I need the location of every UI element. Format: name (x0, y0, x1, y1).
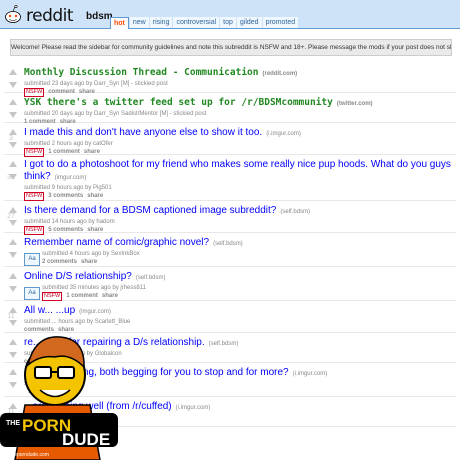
post-buttons: NSFW 3 comments share (24, 192, 452, 201)
tab-top[interactable]: top (220, 17, 236, 28)
post-row: Aa Remember name of comic/graphic novel?(… (4, 233, 456, 267)
share-link[interactable]: share (81, 258, 97, 267)
post-title-link[interactable]: Is there demand for a BDSM captioned ima… (24, 205, 276, 216)
sort-tabs: hot new rising controversial top gilded … (110, 17, 299, 29)
upvote-arrow-icon[interactable] (9, 129, 17, 135)
post-domain[interactable]: (self.bdsm) (213, 241, 243, 247)
vote-arrows (8, 239, 18, 258)
post-title-link[interactable]: Monthly Discussion Thread - Communicatio… (24, 67, 259, 78)
post-domain[interactable]: (i.imgur.com) (293, 371, 328, 377)
downvote-arrow-icon[interactable] (9, 174, 17, 180)
post-title-line: Remember name of comic/graphic novel? (se… (24, 237, 452, 250)
watermark-dude: DUDE (62, 430, 110, 449)
post-title-link[interactable]: I got to do a photoshoot for my friend w… (24, 159, 451, 182)
post-buttons: 2 comments share (24, 258, 452, 267)
watermark-site: theporndude.com (10, 452, 49, 458)
tab-new[interactable]: new (129, 17, 149, 28)
post-title-line: Is there demand for a BDSM captioned ima… (24, 205, 452, 218)
vote-arrows (8, 161, 18, 180)
reddit-logo[interactable]: reddit (26, 6, 74, 26)
post-title-link[interactable]: YSK there's a twitter feed set up for /r… (24, 97, 333, 108)
post-tagline: submitted 14 hours ago by hadom (24, 219, 115, 225)
post-title-line: Online D/S relationship? (self.bdsm) (24, 271, 452, 284)
vote-arrows (8, 207, 18, 226)
subreddit-name[interactable]: bdsm (86, 11, 113, 22)
upvote-arrow-icon[interactable] (9, 273, 17, 279)
post-row: Aa Online D/S relationship? (self.bdsm) sub… (4, 267, 456, 301)
post-tagline: submitted 20 days ago by Darr_Syn Sadist… (24, 111, 207, 117)
watermark-the: THE (6, 420, 20, 427)
tab-controversial[interactable]: controversial (173, 17, 220, 28)
post-row: Monthly Discussion Thread - Communicatio… (4, 63, 456, 97)
post-domain[interactable]: (reddit.com) (263, 71, 298, 77)
post-row: 30 I got to do a photoshoot for my friend… (4, 155, 456, 201)
post-domain[interactable]: (i.imgur.com) (176, 405, 211, 411)
downvote-arrow-icon[interactable] (9, 112, 17, 118)
post-content: Online D/S relationship? (self.bdsm) submi… (24, 271, 452, 301)
post-title-line: All w... ...up (imgur.com) (24, 305, 452, 318)
post-content: Is there demand for a BDSM captioned ima… (24, 205, 452, 235)
downvote-arrow-icon[interactable] (9, 252, 17, 258)
nsfw-badge: NSFW (42, 292, 63, 301)
comments-link[interactable]: 3 comments (48, 192, 83, 201)
vote-arrows (8, 273, 18, 292)
header-bar: reddit bdsm hot new rising controversial… (0, 0, 460, 29)
downvote-arrow-icon[interactable] (9, 220, 17, 226)
post-title-link[interactable]: I made this and don't have anyone else t… (24, 127, 262, 138)
comments-link[interactable]: 2 comments (42, 258, 77, 267)
post-domain[interactable]: (i.imgur.com) (266, 131, 301, 137)
post-tagline: submitted 4 hours ago by SexInkBox (42, 251, 140, 257)
post-title-line: I got to do a photoshoot for my friend w… (24, 159, 452, 184)
post-title-line: I made this and don't have anyone else t… (24, 127, 452, 140)
comments-link[interactable]: 1 comment (66, 292, 98, 301)
post-content: I made this and don't have anyone else t… (24, 127, 452, 157)
tab-rising[interactable]: rising (149, 17, 173, 28)
tab-hot[interactable]: hot (110, 17, 129, 29)
post-tagline: submitted 35 minutes ago by jrhess811 (42, 285, 146, 291)
post-content: Remember name of comic/graphic novel? (se… (24, 237, 452, 267)
downvote-arrow-icon[interactable] (9, 286, 17, 292)
share-link[interactable]: share (87, 192, 103, 201)
post-title-link[interactable]: All w... ...up (24, 305, 75, 316)
tab-promoted[interactable]: promoted (262, 17, 299, 28)
downvote-arrow-icon[interactable] (9, 82, 17, 88)
upvote-arrow-icon[interactable] (9, 161, 17, 167)
upvote-arrow-icon[interactable] (9, 99, 17, 105)
post-title-link[interactable]: Online D/S relationship? (24, 271, 132, 282)
vote-arrows (8, 99, 18, 118)
vote-arrows (8, 69, 18, 88)
post-domain[interactable]: (imgur.com) (55, 175, 87, 181)
upvote-arrow-icon[interactable] (9, 239, 17, 245)
upvote-arrow-icon[interactable] (9, 207, 17, 213)
post-tagline: submitted 23 days ago by Darr_Syn [M] - … (24, 81, 168, 87)
post-tagline: submitted 9 hours ago by Pig501 (24, 185, 112, 191)
porndude-watermark-logo: THE PORN DUDE theporndude.com (0, 336, 118, 460)
nsfw-badge: NSFW (24, 192, 45, 201)
post-row: 27 Is there demand for a BDSM captioned i… (4, 201, 456, 235)
post-domain[interactable]: (self.bdsm) (280, 209, 310, 215)
vote-arrows (8, 129, 18, 148)
upvote-arrow-icon[interactable] (9, 69, 17, 75)
post-domain[interactable]: (self.bdsm) (136, 275, 166, 281)
post-title-link[interactable]: Remember name of comic/graphic novel? (24, 237, 209, 248)
upvote-arrow-icon[interactable] (9, 307, 17, 313)
share-link[interactable]: share (102, 292, 118, 301)
post-title-line: Monthly Discussion Thread - Communicatio… (24, 67, 452, 80)
welcome-banner: Welcome! Please read the sidebar for com… (10, 39, 452, 56)
downvote-arrow-icon[interactable] (9, 142, 17, 148)
vote-arrows (8, 307, 18, 326)
post-tagline: submitted 2 hours ago by catOfer (24, 141, 113, 147)
post-title-line: YSK there's a twitter feed set up for /r… (24, 97, 452, 110)
reddit-alien-icon[interactable] (4, 4, 22, 24)
post-row: YSK there's a twitter feed set up for /r… (4, 93, 456, 125)
tab-gilded[interactable]: gilded (236, 17, 262, 28)
post-domain[interactable]: (imgur.com) (79, 309, 111, 315)
post-domain[interactable]: (twitter.com) (337, 101, 373, 107)
post-buttons: NSFW 1 comment share (24, 292, 452, 301)
post-row: 3I made this and don't have anyone else … (4, 123, 456, 157)
post-domain[interactable]: (self.bdsm) (209, 341, 239, 347)
post-content: I got to do a photoshoot for my friend w… (24, 159, 452, 201)
